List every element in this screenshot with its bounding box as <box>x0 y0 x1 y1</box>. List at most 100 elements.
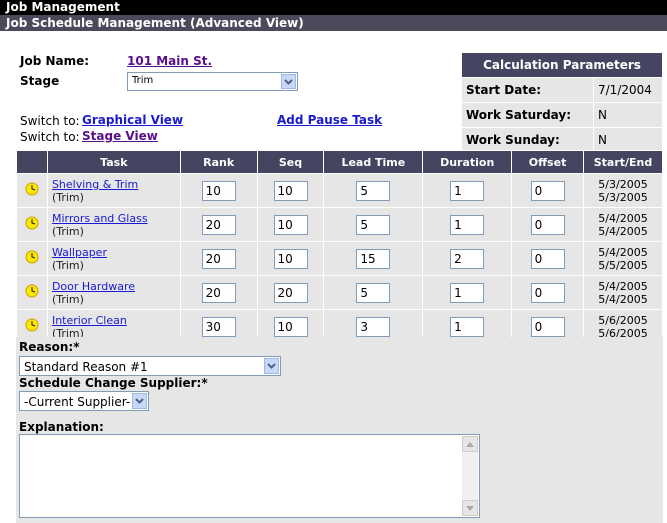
page-title: Job Schedule Management (Advanced View) <box>0 15 667 31</box>
offset-input[interactable] <box>530 316 565 337</box>
task-link[interactable]: Interior Clean <box>52 314 179 327</box>
app-title: Job Management <box>0 0 667 15</box>
stage-select-value: Trim <box>132 75 154 86</box>
start-end-cell: 5/4/2005 5/4/2005 <box>583 275 663 310</box>
graphical-view-link[interactable]: Graphical View <box>82 113 183 127</box>
reason-label: Reason:* <box>19 340 80 354</box>
status-cell <box>16 241 48 276</box>
clock-icon <box>25 284 39 301</box>
change-reason-panel: Reason:* Standard Reason #1 Schedule Cha… <box>16 337 663 523</box>
lead-time-cell <box>323 241 424 276</box>
reason-select[interactable]: Standard Reason #1 <box>19 356 281 376</box>
seq-input[interactable] <box>273 248 308 269</box>
lead-time-input[interactable] <box>356 180 391 201</box>
start-date: 5/3/2005 <box>598 177 648 191</box>
chevron-down-icon[interactable] <box>281 74 296 89</box>
end-date: 5/4/2005 <box>598 224 648 238</box>
duration-input[interactable] <box>450 282 485 303</box>
seq-input[interactable] <box>273 180 308 201</box>
stage-select[interactable]: Trim <box>127 72 298 91</box>
rank-input[interactable] <box>201 316 236 337</box>
offset-cell <box>511 173 585 208</box>
task-stage: (Trim) <box>51 258 84 272</box>
end-date: 5/5/2005 <box>598 258 648 272</box>
job-name-link[interactable]: 101 Main St. <box>127 54 212 68</box>
param-label: Work Sunday: <box>462 127 594 152</box>
seq-cell <box>256 275 325 310</box>
lead-time-cell <box>323 207 424 242</box>
offset-cell <box>511 241 585 276</box>
seq-cell <box>256 241 325 276</box>
rank-input[interactable] <box>201 180 236 201</box>
offset-input[interactable] <box>530 214 565 235</box>
end-date: 5/3/2005 <box>598 190 648 204</box>
scroll-down-icon[interactable] <box>462 500 478 516</box>
column-header-status <box>16 150 48 174</box>
rank-cell <box>179 275 258 310</box>
offset-input[interactable] <box>530 180 565 201</box>
stage-view-link[interactable]: Stage View <box>82 129 158 143</box>
lead-time-input[interactable] <box>356 248 391 269</box>
table-row: Wallpaper(Trim) 5/4/20055/5/2005 <box>16 241 663 276</box>
param-value: 7/1/2004 <box>593 77 662 103</box>
rank-input[interactable] <box>201 282 236 303</box>
duration-cell <box>422 241 513 276</box>
clock-icon <box>25 182 39 199</box>
seq-input[interactable] <box>273 214 308 235</box>
task-link[interactable]: Door Hardware <box>52 280 179 293</box>
duration-cell <box>422 173 513 208</box>
rank-input[interactable] <box>201 214 236 235</box>
task-stage: (Trim) <box>51 224 84 238</box>
column-header: Duration <box>422 150 513 174</box>
chevron-down-icon[interactable] <box>132 393 147 409</box>
duration-input[interactable] <box>450 316 485 337</box>
rank-input[interactable] <box>201 248 236 269</box>
table-row: Door Hardware(Trim) 5/4/20055/4/2005 <box>16 275 663 310</box>
seq-input[interactable] <box>273 282 308 303</box>
end-date: 5/4/2005 <box>598 292 648 306</box>
explanation-label: Explanation: <box>19 420 104 434</box>
start-date: 5/4/2005 <box>598 245 648 259</box>
duration-input[interactable] <box>450 180 485 201</box>
seq-cell <box>256 207 325 242</box>
task-link[interactable]: Mirrors and Glass <box>52 212 179 225</box>
start-date: 5/4/2005 <box>598 211 648 225</box>
explanation-textarea[interactable] <box>19 434 480 518</box>
status-cell <box>16 207 48 242</box>
column-header: Offset <box>511 150 585 174</box>
task-link[interactable]: Wallpaper <box>52 246 179 259</box>
lead-time-input[interactable] <box>356 214 391 235</box>
task-cell: Mirrors and Glass (Trim) <box>46 207 181 242</box>
param-value: N <box>593 102 662 128</box>
reason-select-value: Standard Reason #1 <box>24 360 148 374</box>
scroll-up-icon[interactable] <box>462 436 478 452</box>
table-row: Mirrors and Glass(Trim) 5/4/20055/4/2005 <box>16 207 663 242</box>
table-header: Task Rank Seq Lead Time Duration Offset … <box>16 150 663 174</box>
chevron-down-icon[interactable] <box>264 358 279 374</box>
lead-time-input[interactable] <box>356 316 391 337</box>
schedule-table: Task Rank Seq Lead Time Duration Offset … <box>16 150 663 344</box>
lead-time-input[interactable] <box>356 282 391 303</box>
seq-input[interactable] <box>273 316 308 337</box>
duration-input[interactable] <box>450 214 485 235</box>
task-link[interactable]: Shelving & Trim <box>52 178 179 191</box>
explanation-scrollbar[interactable] <box>462 436 478 516</box>
table-row: Shelving & Trim(Trim) 5/3/20055/3/2005 <box>16 173 663 208</box>
clock-icon <box>25 318 39 335</box>
param-label: Start Date: <box>462 77 594 103</box>
rank-cell <box>179 207 258 242</box>
duration-cell <box>422 207 513 242</box>
start-end-cell: 5/4/2005 5/4/2005 <box>583 207 663 242</box>
offset-input[interactable] <box>530 282 565 303</box>
supplier-select-value: -Current Supplier- <box>24 395 131 409</box>
column-header: Start/End <box>583 150 663 174</box>
param-value: N <box>593 127 662 152</box>
supplier-select[interactable]: -Current Supplier- <box>19 391 149 411</box>
task-cell: Shelving & Trim (Trim) <box>46 173 181 208</box>
column-header: Lead Time <box>323 150 424 174</box>
add-pause-task-link[interactable]: Add Pause Task <box>277 113 382 127</box>
start-date: 5/6/2005 <box>598 313 648 327</box>
task-cell: Wallpaper (Trim) <box>46 241 181 276</box>
duration-input[interactable] <box>450 248 485 269</box>
offset-input[interactable] <box>530 248 565 269</box>
